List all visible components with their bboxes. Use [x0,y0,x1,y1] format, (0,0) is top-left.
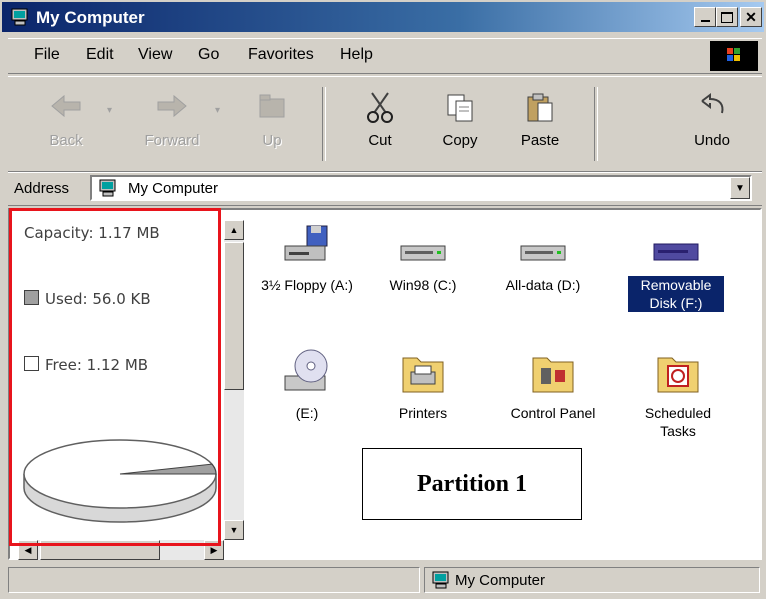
item-label: Control Panel [510,405,596,421]
item-label: Win98 (C:) [389,277,457,293]
scroll-up-button[interactable]: ▲ [224,220,244,240]
close-button[interactable]: ✕ [740,7,762,27]
chevron-down-icon: ▾ [215,105,221,116]
copy-button[interactable]: Copy [420,85,500,161]
my-computer-icon [431,571,451,594]
menu-edit[interactable]: Edit [86,46,114,64]
back-dropdown[interactable]: ▾ [104,85,118,161]
item-label: All-data (D:) [505,277,581,293]
forward-label: Forward [144,132,200,149]
folder-scheduled-tasks[interactable]: Scheduled Tasks [630,346,726,441]
arrow-down-icon: ▼ [229,525,239,535]
back-label: Back [49,132,83,149]
drive-floppy-a[interactable]: 3½ Floppy (A:) [252,224,362,295]
item-label: Printers [398,405,448,421]
chevron-down-icon: ▾ [107,105,113,116]
title-bar[interactable]: My Computer ✕ [2,2,764,32]
minimize-icon [700,20,710,22]
my-computer-icon [98,179,118,202]
back-button[interactable]: Back [26,85,106,161]
item-label: Removable Disk (F:) [628,276,724,312]
scissors-icon [367,92,393,123]
maximize-icon [721,11,733,23]
printers-folder-icon [402,357,444,393]
status-pane-left [8,567,420,593]
status-pane-right: My Computer [424,567,760,593]
menu-view[interactable]: View [138,46,172,64]
toolbar-separator [322,87,326,161]
item-label: 3½ Floppy (A:) [261,277,353,293]
chevron-down-icon: ▼ [735,182,745,194]
address-input[interactable]: My Computer ▼ [90,175,752,201]
up-folder-icon [259,94,285,118]
drive-win98-c[interactable]: Win98 (C:) [368,224,478,295]
folder-control-panel[interactable]: Control Panel [498,346,608,423]
status-bar: My Computer [8,565,762,595]
minimize-button[interactable] [694,7,716,27]
paste-button[interactable]: Paste [500,85,580,161]
toolbar-separator [594,87,598,161]
my-computer-window: My Computer ✕ File Edit View Go Favorite… [0,0,766,599]
arrow-right-icon: ▶ [210,544,218,555]
my-computer-icon [10,8,30,26]
forward-arrow-icon [157,94,187,118]
scroll-down-button[interactable]: ▼ [224,520,244,540]
cut-button[interactable]: Cut [340,85,420,161]
status-text: My Computer [455,572,546,589]
menu-go[interactable]: Go [198,46,219,64]
undo-button[interactable]: Undo [672,85,752,161]
address-label: Address [14,180,70,197]
undo-label: Undo [694,132,730,149]
drive-cd-e[interactable]: (E:) [252,346,362,423]
drive-alldata-d[interactable]: All-data (D:) [488,224,598,295]
windows-logo-icon [727,48,740,61]
hard-disk-icon [400,245,446,261]
scroll-thumb[interactable] [224,242,244,390]
menu-help[interactable]: Help [340,46,373,64]
arrow-up-icon: ▲ [229,225,239,235]
address-value: My Computer [128,180,219,197]
standard-toolbar: Back ▾ Forward ▾ Up Cut Copy Paste Undo [8,76,762,172]
info-pane-highlight-box [9,208,221,546]
scheduled-tasks-icon [657,357,699,393]
forward-dropdown[interactable]: ▾ [212,85,226,161]
paste-label: Paste [520,132,560,149]
cut-label: Cut [368,132,392,149]
floppy-drive-icon [284,225,328,261]
control-panel-icon [532,357,574,393]
close-icon: ✕ [745,9,757,25]
copy-icon [447,94,473,122]
item-label: Scheduled Tasks [644,405,712,439]
paste-clipboard-icon [527,93,553,122]
cd-drive-icon [284,349,328,391]
back-arrow-icon [51,94,81,118]
info-pane-vertical-scrollbar[interactable]: ▲ ▼ [224,220,244,540]
menu-bar: File Edit View Go Favorites Help [8,38,762,74]
maximize-button[interactable] [716,7,738,27]
forward-button[interactable]: Forward [132,85,212,161]
menu-favorites[interactable]: Favorites [248,46,314,64]
address-bar: Address My Computer ▼ [8,172,762,206]
address-dropdown-button[interactable]: ▼ [730,177,750,199]
item-label: (E:) [295,405,319,421]
up-label: Up [262,132,282,149]
undo-icon [701,93,724,114]
arrow-left-icon: ◀ [24,544,32,555]
folder-printers[interactable]: Printers [368,346,478,423]
windows-logo-throbber [710,41,758,71]
menu-file[interactable]: File [34,46,60,64]
hard-disk-icon [520,245,566,261]
partition-annotation: Partition 1 [362,448,582,520]
up-button[interactable]: Up [232,85,312,161]
removable-disk-icon [653,243,699,261]
window-title: My Computer [36,8,145,27]
copy-label: Copy [442,132,478,149]
drive-removable-f[interactable]: Removable Disk (F:) [628,224,724,313]
